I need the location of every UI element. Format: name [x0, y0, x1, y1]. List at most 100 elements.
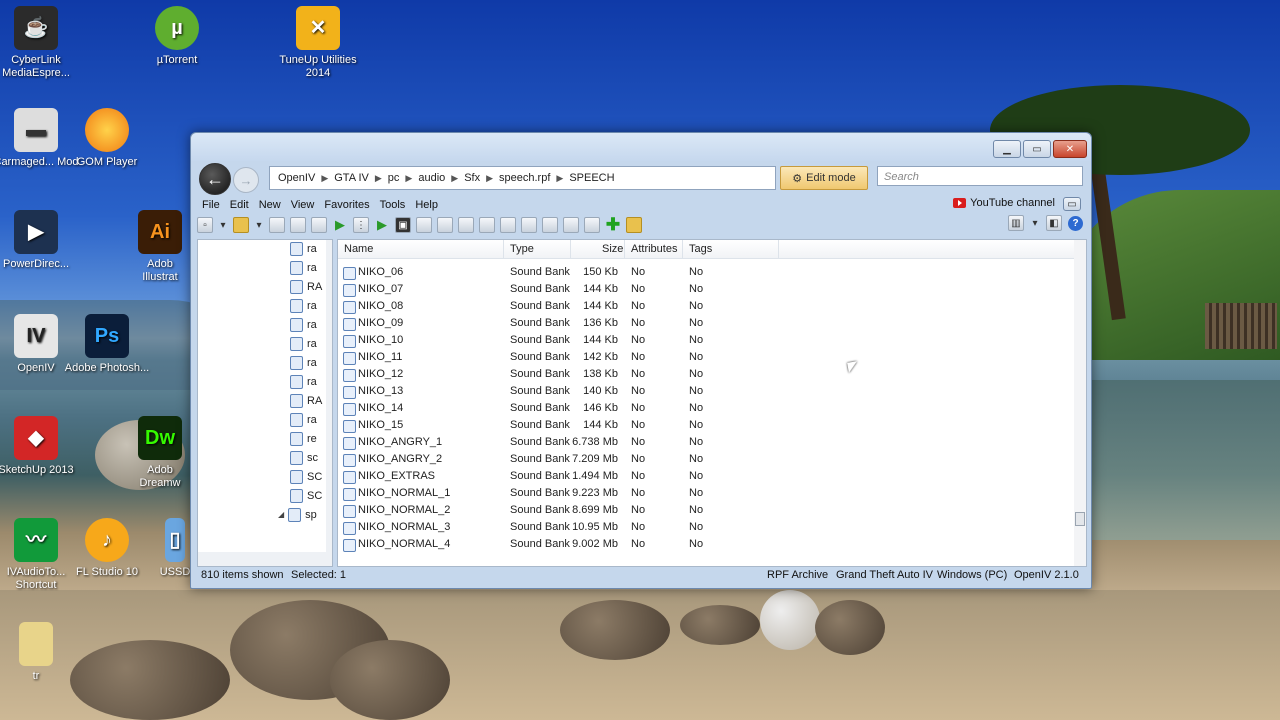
tree-item[interactable]: ra — [290, 354, 317, 371]
table-row[interactable]: NIKO_10 Sound Bank 144 Kb No No — [338, 332, 1074, 349]
expand-arrow-icon[interactable]: ◢ — [278, 510, 284, 519]
rebuild-icon[interactable] — [290, 217, 306, 233]
table-row[interactable]: NIKO_NORMAL_3 Sound Bank 10.95 Mb No No — [338, 519, 1074, 536]
desktop-icon-tuneup[interactable]: ✕ TuneUp Utilities 2014 — [273, 6, 363, 80]
run-icon[interactable]: ▶ — [374, 217, 390, 233]
collapse-panel-button[interactable]: ▭ — [1063, 197, 1081, 211]
view-mode-icon[interactable]: ▥ — [1008, 215, 1024, 231]
table-row[interactable]: NIKO_15 Sound Bank 144 Kb No No — [338, 417, 1074, 434]
breadcrumb-separator-icon[interactable]: ▶ — [556, 173, 563, 184]
desktop-icon-folder[interactable]: tr — [0, 622, 81, 683]
properties-icon[interactable] — [311, 217, 327, 233]
export-icon[interactable]: ▣ — [395, 217, 411, 233]
desktop-icon-utorrent[interactable]: µ µTorrent — [132, 6, 222, 67]
close-button[interactable]: ✕ — [1053, 140, 1087, 158]
copy-icon[interactable] — [416, 217, 432, 233]
table-row[interactable]: NIKO_13 Sound Bank 140 Kb No No — [338, 383, 1074, 400]
dropdown-arrow-icon[interactable]: ▾ — [218, 217, 228, 233]
column-divider[interactable] — [778, 240, 779, 258]
desktop-icon-gom-player[interactable]: GOM Player — [62, 108, 152, 169]
tree-item[interactable]: SC — [290, 468, 322, 485]
youtube-channel-link[interactable]: YouTube channel — [953, 197, 1055, 209]
edit-mode-button[interactable]: ⚙ Edit mode — [780, 166, 868, 190]
new-file-icon[interactable]: ▫ — [197, 217, 213, 233]
extract-icon[interactable] — [542, 217, 558, 233]
desktop-icon-sketchup[interactable]: ◆ SketchUp 2013 — [0, 416, 81, 477]
tree-horizontal-scrollbar[interactable] — [198, 552, 326, 566]
breadcrumb-separator-icon[interactable]: ▶ — [321, 173, 328, 184]
breadcrumb-separator-icon[interactable]: ▶ — [375, 173, 382, 184]
tree-item[interactable]: ra — [290, 297, 317, 314]
table-row[interactable]: NIKO_09 Sound Bank 136 Kb No No — [338, 315, 1074, 332]
save-icon[interactable] — [269, 217, 285, 233]
add-icon[interactable]: ✚ — [605, 215, 621, 234]
column-header-attributes[interactable]: Attributes — [631, 243, 677, 255]
breadcrumb-separator-icon[interactable]: ▶ — [451, 173, 458, 184]
tree-vertical-scrollbar[interactable] — [326, 240, 332, 566]
table-row[interactable]: NIKO_14 Sound Bank 146 Kb No No — [338, 400, 1074, 417]
table-row[interactable]: NIKO_ANGRY_2 Sound Bank 7.209 Mb No No — [338, 451, 1074, 468]
desktop-icon-cyberlink[interactable]: ☕ CyberLink MediaEspre... — [0, 6, 81, 80]
new-folder-icon[interactable] — [626, 217, 642, 233]
menu-new[interactable]: New — [254, 199, 286, 211]
view-dropdown-icon[interactable]: ▾ — [1030, 215, 1040, 231]
column-divider[interactable] — [503, 240, 504, 258]
paste-icon[interactable] — [437, 217, 453, 233]
minimize-button[interactable]: ▁ — [993, 140, 1021, 158]
document-icon[interactable] — [458, 217, 474, 233]
menu-help[interactable]: Help — [410, 199, 443, 211]
maximize-button[interactable]: ▭ — [1023, 140, 1051, 158]
tree-item[interactable]: sc — [290, 449, 318, 466]
column-header-size[interactable]: Size — [602, 243, 623, 255]
play-icon[interactable]: ▶ — [332, 217, 348, 233]
preview-pane-icon[interactable]: ◧ — [1046, 215, 1062, 231]
edit-icon[interactable] — [584, 217, 600, 233]
scrollbar-thumb[interactable] — [1075, 512, 1085, 526]
desktop-icon-illustrator[interactable]: Ai Adob Illustrat — [130, 210, 190, 284]
tree-item[interactable]: SC — [290, 487, 322, 504]
menu-view[interactable]: View — [286, 199, 320, 211]
replace-icon[interactable] — [521, 217, 537, 233]
search-input[interactable]: Search — [877, 166, 1083, 186]
breadcrumb-sfx[interactable]: Sfx — [458, 172, 486, 184]
dropdown-arrow-icon[interactable]: ▾ — [254, 217, 264, 233]
column-divider[interactable] — [624, 240, 625, 258]
title-bar[interactable]: ▁ ▭ ✕ — [191, 133, 1091, 161]
table-row[interactable]: NIKO_12 Sound Bank 138 Kb No No — [338, 366, 1074, 383]
table-row[interactable]: NIKO_08 Sound Bank 144 Kb No No — [338, 298, 1074, 315]
table-row[interactable]: NIKO_NORMAL_4 Sound Bank 9.002 Mb No No — [338, 536, 1074, 553]
file-list-vertical-scrollbar[interactable] — [1074, 240, 1086, 566]
import-icon[interactable] — [500, 217, 516, 233]
refresh-icon[interactable] — [563, 217, 579, 233]
forward-button[interactable]: → — [233, 167, 259, 193]
tree-item[interactable]: ra — [290, 411, 317, 428]
breadcrumb-pc[interactable]: pc — [382, 172, 406, 184]
menu-tools[interactable]: Tools — [375, 199, 411, 211]
breadcrumb-separator-icon[interactable]: ▶ — [405, 173, 412, 184]
table-row[interactable]: NIKO_EXTRAS Sound Bank 1.494 Mb No No — [338, 468, 1074, 485]
table-row[interactable]: NIKO_11 Sound Bank 142 Kb No No — [338, 349, 1074, 366]
breadcrumb-separator-icon[interactable]: ▶ — [486, 173, 493, 184]
table-row[interactable]: NIKO_NORMAL_1 Sound Bank 9.223 Mb No No — [338, 485, 1074, 502]
tree-item[interactable]: ra — [290, 259, 317, 276]
column-header-type[interactable]: Type — [510, 243, 534, 255]
table-row[interactable]: NIKO_NORMAL_2 Sound Bank 8.699 Mb No No — [338, 502, 1074, 519]
table-row[interactable]: NIKO_ANGRY_1 Sound Bank 6.738 Mb No No — [338, 434, 1074, 451]
tree-item[interactable]: re — [290, 430, 317, 447]
breadcrumb-gta-iv[interactable]: GTA IV — [328, 172, 375, 184]
desktop-icon-powerdirector[interactable]: ▶ PowerDirec... — [0, 210, 81, 271]
column-header-name[interactable]: Name — [344, 243, 373, 255]
tree-item[interactable]: ra — [290, 316, 317, 333]
desktop-icon-fl-studio[interactable]: ♪ FL Studio 10 — [62, 518, 152, 579]
column-header-tags[interactable]: Tags — [689, 243, 712, 255]
desktop-icon-photoshop[interactable]: Ps Adobe Photosh... — [62, 314, 152, 375]
column-divider[interactable] — [682, 240, 683, 258]
breadcrumb[interactable]: OpenIV ▶ GTA IV ▶ pc ▶ audio ▶ Sfx ▶ speech.r… — [269, 166, 776, 190]
menu-file[interactable]: File — [197, 199, 225, 211]
open-folder-icon[interactable] — [233, 217, 249, 233]
breadcrumb-speech-rpf[interactable]: speech.rpf — [493, 172, 556, 184]
tree-item[interactable]: RA — [290, 392, 322, 409]
tree-item[interactable]: RA — [290, 278, 322, 295]
breadcrumb-openiv[interactable]: OpenIV — [270, 172, 321, 184]
tree-item[interactable]: ra — [290, 240, 317, 257]
